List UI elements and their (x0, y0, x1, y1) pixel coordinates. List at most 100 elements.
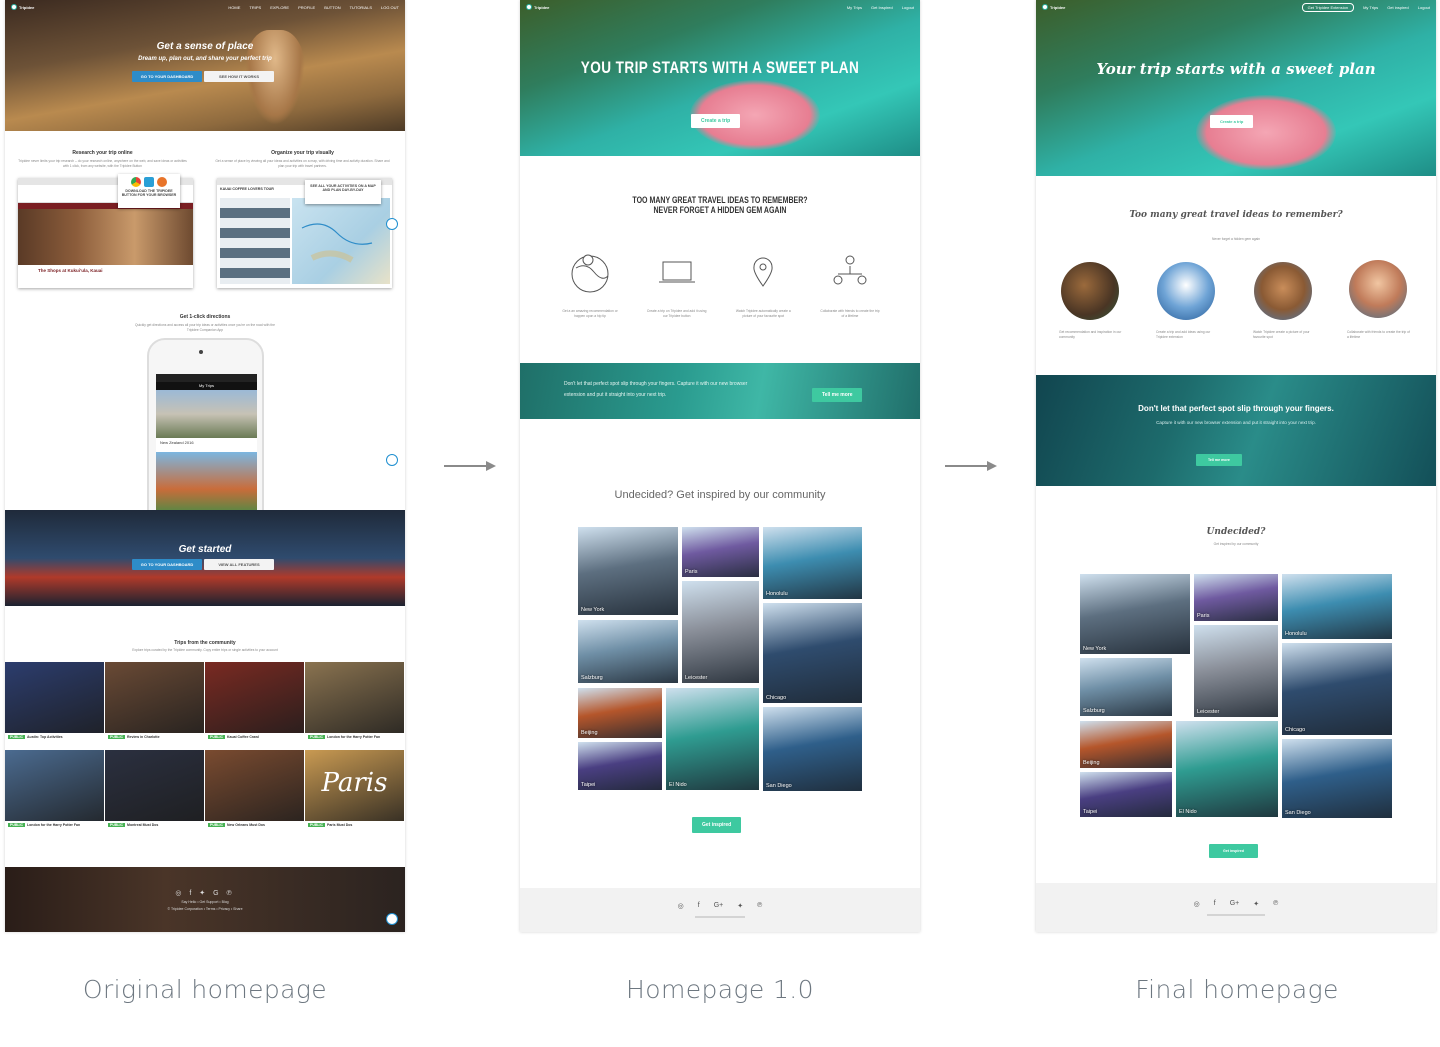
phone-mockup: My Trips New Zealand 2016 (147, 338, 264, 514)
dashboard-button[interactable]: GO TO YOUR DASHBOARD (132, 559, 202, 570)
feature-research: Research your trip online Tripidee never… (15, 150, 190, 169)
facebook-icon[interactable]: f (1214, 900, 1216, 908)
nav-logout[interactable]: Logout (1418, 5, 1430, 10)
nav-get-inspired[interactable]: Get inspired (1387, 5, 1409, 10)
safari-icon (144, 177, 154, 187)
get-extension-button[interactable]: Get Tripidee Extension (1301, 2, 1355, 12)
twitter-icon[interactable]: ✦ (737, 902, 743, 910)
city-tile[interactable]: Beijing (578, 688, 662, 738)
public-badge: PUBLIC (108, 735, 126, 739)
original-homepage-panel: Tripidee HOME TRIPS EXPLORE PROFILE BUTT… (5, 0, 405, 932)
social-icons: ◎ f G+ ✦ ℗ (1194, 900, 1279, 908)
community-text: Explore trips curated by the Tripidee co… (132, 648, 278, 652)
feature-text: Create a trip and add ideas using our Tr… (1156, 330, 1211, 339)
city-tile[interactable]: New York (1080, 574, 1190, 654)
city-tile[interactable]: El Nido (666, 688, 759, 790)
nav-explore[interactable]: EXPLORE (270, 5, 289, 10)
tell-me-more-button[interactable]: Tell me more (1196, 454, 1242, 466)
chat-icon[interactable] (386, 913, 398, 925)
google-plus-icon[interactable]: G+ (1230, 900, 1240, 908)
feature-image-recommend (1061, 262, 1119, 320)
trip-card[interactable]: PUBLIC Austin: Top Activities (5, 662, 104, 748)
nav-logout[interactable]: Logout (902, 5, 914, 10)
city-tile[interactable]: Paris (682, 527, 759, 577)
logo[interactable]: Tripidee (526, 4, 549, 10)
footer-links[interactable]: Say Hello • Get Support • Blog (181, 900, 228, 904)
trip-image (305, 662, 404, 733)
logo[interactable]: Tripidee (1042, 4, 1065, 10)
city-tile[interactable]: Leicester (1194, 625, 1278, 717)
city-tile[interactable]: Paris (1194, 574, 1278, 621)
logo[interactable]: Tripidee (11, 4, 34, 10)
trip-card[interactable]: PUBLIC London for the Harry Potter Fan (305, 662, 404, 748)
logo-icon (526, 4, 532, 10)
city-tile[interactable]: Beijing (1080, 721, 1172, 768)
trip-card[interactable]: PUBLIC Review in Charlotte (105, 662, 204, 748)
city-tile[interactable]: Leicester (682, 581, 759, 683)
city-tile[interactable]: Salzburg (578, 620, 678, 683)
city-tile[interactable]: Chicago (1282, 643, 1392, 735)
city-tile[interactable]: Taipei (1080, 772, 1172, 817)
nav-get-inspired[interactable]: Get Inspired (871, 5, 893, 10)
city-tile[interactable]: San Diego (763, 707, 862, 791)
get-inspired-button[interactable]: Get inspired (1209, 844, 1258, 858)
google-plus-icon[interactable]: G+ (714, 902, 724, 910)
trip-card[interactable]: PUBLIC Montreal Must Dos (105, 750, 204, 836)
public-badge: PUBLIC (8, 823, 26, 827)
city-tile[interactable]: Honolulu (1282, 574, 1392, 639)
feature-image-create (1157, 262, 1215, 320)
nav-tutorials[interactable]: TUTORIALS (350, 5, 372, 10)
chat-icon[interactable] (386, 454, 398, 466)
nav-profile[interactable]: PROFILE (298, 5, 315, 10)
instagram-icon[interactable]: ◎ (678, 902, 684, 910)
trip-card[interactable]: Paris PUBLIC Paris Must Dos (305, 750, 404, 836)
trip-card[interactable]: PUBLIC Kauai Coffee Crawl (205, 662, 304, 748)
city-tile[interactable]: New York (578, 527, 678, 615)
footer-legal[interactable]: © Tripidee Corporation • Terms • Privacy… (167, 907, 242, 911)
city-label: Chicago (1285, 727, 1306, 733)
tell-me-more-button[interactable]: Tell me more (812, 388, 863, 402)
public-badge: PUBLIC (208, 735, 226, 739)
nav-trips[interactable]: TRIPS (249, 5, 261, 10)
city-tile[interactable]: Honolulu (763, 527, 862, 599)
instagram-icon[interactable]: ◎ (1194, 900, 1200, 908)
phone-card[interactable]: New Zealand 2016 (156, 438, 257, 452)
nav-logout[interactable]: LOG OUT (381, 5, 399, 10)
all-features-button[interactable]: VIEW ALL FEATURES (204, 559, 274, 570)
download-button-callout[interactable]: DOWNLOAD THE TRIPIDEE BUTTON FOR YOUR BR… (118, 174, 180, 208)
nav-home[interactable]: HOME (228, 5, 240, 10)
how-it-works-button[interactable]: SEE HOW IT WORKS (204, 71, 274, 82)
city-tile[interactable]: Taipei (578, 742, 662, 790)
trip-card[interactable]: PUBLIC New Orleans Must Dos (205, 750, 304, 836)
hero-title: Your trip starts with a sweet plan (1096, 60, 1376, 78)
trip-image (105, 750, 204, 821)
map-view[interactable] (292, 198, 390, 284)
city-tile[interactable]: San Diego (1282, 739, 1392, 818)
city-tile[interactable]: Chicago (763, 603, 862, 703)
pinterest-icon[interactable]: ℗ (1273, 900, 1278, 908)
trip-name: Paris Must Dos (327, 823, 353, 827)
feature-text: Get a sense of place by viewing all your… (215, 159, 390, 168)
nav-button[interactable]: BUTTON (324, 5, 340, 10)
feature-create: Create a trip on Tripidee and add it usi… (647, 250, 707, 330)
feature-title: Organize your trip visually (271, 150, 334, 156)
city-label: Leicester (685, 675, 708, 681)
get-inspired-button[interactable]: Get inspired (692, 817, 742, 833)
nav-my-trips[interactable]: My Trips (1363, 5, 1378, 10)
trip-card[interactable]: PUBLIC London for the Harry Potter Fan (5, 750, 104, 836)
community-subtitle: Get inspired by our community (1213, 542, 1259, 546)
facebook-icon[interactable]: f (698, 902, 700, 910)
create-trip-button[interactable]: Create a trip (691, 114, 741, 128)
map-callout: SEE ALL YOUR ACTIVITIES ON A MAP AND PLA… (305, 180, 381, 204)
create-trip-button[interactable]: Create a trip (1210, 115, 1254, 128)
community-title: Undecided? Get inspired by our community (614, 489, 826, 501)
social-icons[interactable]: ◎ f ✦ G ℗ (175, 889, 234, 897)
pinterest-icon[interactable]: ℗ (757, 902, 762, 910)
dashboard-button[interactable]: GO TO YOUR DASHBOARD (132, 71, 202, 82)
nav-my-trips[interactable]: My Trips (847, 5, 862, 10)
chat-icon[interactable] (386, 218, 398, 230)
twitter-icon[interactable]: ✦ (1253, 900, 1259, 908)
trip-name: Review in Charlotte (127, 735, 160, 739)
city-tile[interactable]: Salzburg (1080, 658, 1172, 716)
city-tile[interactable]: El Nido (1176, 721, 1278, 817)
